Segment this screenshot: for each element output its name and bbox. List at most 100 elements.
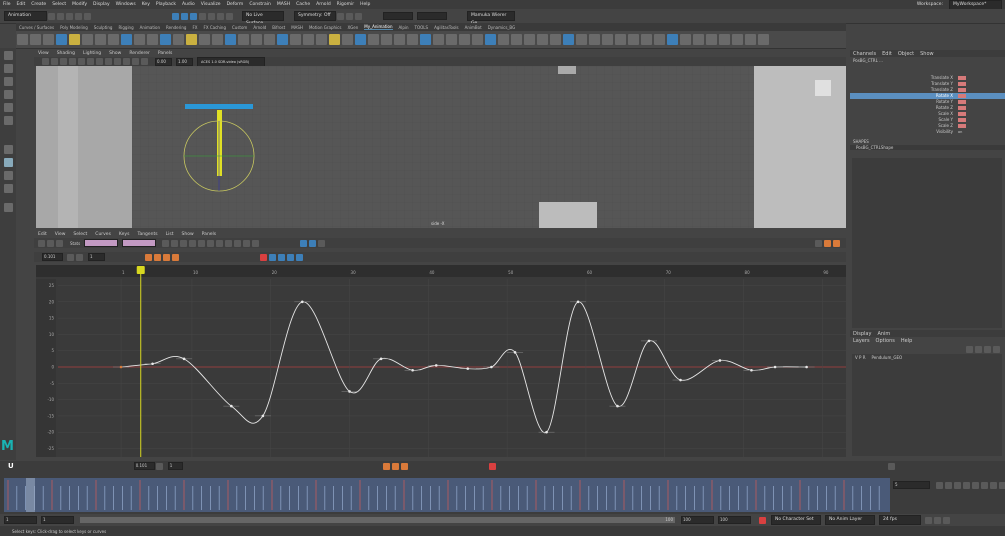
layer-flags[interactable]: V P R: [855, 355, 865, 360]
grid-icon[interactable]: [69, 58, 76, 65]
shelf-tool-icon[interactable]: [459, 34, 470, 45]
shelf-tab[interactable]: Arnold: [253, 25, 266, 30]
playback-end-field[interactable]: 100: [681, 516, 714, 524]
lights-icon[interactable]: [123, 58, 130, 65]
normalize-icon[interactable]: [318, 239, 326, 247]
menu-item[interactable]: Audio: [182, 2, 195, 7]
graph-menu-item[interactable]: Select: [73, 232, 87, 237]
current-frame-field[interactable]: 0.101: [133, 462, 155, 470]
curve-tool-icon[interactable]: [296, 253, 303, 261]
scene-end-field[interactable]: 100: [718, 516, 751, 524]
timeline-track[interactable]: [4, 478, 890, 512]
user-account-dropdown[interactable]: Mamuka Wierer Ge...: [467, 11, 515, 26]
step-tangent-icon[interactable]: [225, 239, 233, 247]
menu-item[interactable]: MASH: [277, 2, 290, 7]
viewport-3d[interactable]: side -X: [36, 66, 846, 228]
shelf-tool-icon[interactable]: [680, 34, 691, 45]
next-key-icon[interactable]: [981, 481, 988, 489]
redo-icon[interactable]: [84, 12, 91, 20]
clamped-tangent-icon[interactable]: [198, 239, 206, 247]
camera-icon[interactable]: [42, 58, 49, 65]
shelf-tab[interactable]: XGen: [347, 25, 358, 30]
resolution-gate-icon[interactable]: [87, 58, 94, 65]
pendulum-pivot-bar[interactable]: [185, 104, 253, 109]
auto-tangent-icon[interactable]: [180, 239, 188, 247]
far-field[interactable]: 1.00: [176, 57, 193, 66]
graph-menu-item[interactable]: Curves: [95, 232, 111, 237]
menu-item[interactable]: Select: [52, 2, 66, 7]
tween-icon[interactable]: [400, 462, 408, 470]
menu-item[interactable]: Rigomir: [337, 2, 354, 7]
new-layer-selected-icon[interactable]: [993, 346, 1000, 353]
spline-tangent-icon[interactable]: [189, 239, 197, 247]
shelf-tool-icon[interactable]: [264, 34, 275, 45]
shelf-tab[interactable]: FX Caching: [204, 25, 226, 30]
film-gate-icon[interactable]: [78, 58, 85, 65]
layout-single-icon[interactable]: [3, 145, 13, 154]
go-end-icon[interactable]: [999, 481, 1005, 489]
shelf-tool-icon[interactable]: [355, 34, 366, 45]
layer-menu-item[interactable]: Layers: [853, 338, 870, 344]
flat-tangent-icon[interactable]: [216, 239, 224, 247]
shelf-tool-icon[interactable]: [472, 34, 483, 45]
shelf-tool-icon[interactable]: [290, 34, 301, 45]
shelf-tab[interactable]: Poly Modeling: [60, 25, 88, 30]
layer-menu-item[interactable]: Options: [876, 338, 895, 344]
colorspace-dropdown[interactable]: ACES 1.0 SDR-video (sRGB): [197, 56, 265, 67]
shelf-tab[interactable]: Curves / Surfaces: [19, 25, 54, 30]
pendulum-rod[interactable]: [217, 110, 222, 176]
shelf-tool-icon[interactable]: [212, 34, 223, 45]
shelf-tool-icon[interactable]: [641, 34, 652, 45]
shelf-tab[interactable]: Custom: [232, 25, 247, 30]
lasso-tool-icon[interactable]: [3, 64, 13, 73]
tween-icon[interactable]: [163, 253, 170, 261]
shelf-tool-icon[interactable]: [238, 34, 249, 45]
open-scene-icon[interactable]: [57, 12, 64, 20]
graph-editor-canvas[interactable]: 25 20 15 10 5 0 -5 -10 -15 -20 -25 1 10 20 30 40 50 60 70 8…: [36, 265, 846, 457]
outliner-icon[interactable]: [3, 184, 13, 193]
shelf-tool-icon[interactable]: [446, 34, 457, 45]
menu-item[interactable]: Display: [93, 2, 110, 7]
graph-menu-item[interactable]: View: [55, 232, 66, 237]
undo-icon[interactable]: [75, 12, 82, 20]
sound-icon[interactable]: [934, 516, 941, 524]
frame-selection-icon[interactable]: [171, 239, 179, 247]
channel-box-tab[interactable]: Show: [920, 51, 934, 57]
record-key-icon[interactable]: [488, 462, 496, 470]
shelf-tool-icon[interactable]: [381, 34, 392, 45]
shelf-tool-icon[interactable]: [82, 34, 93, 45]
play-back-icon[interactable]: [963, 481, 970, 489]
graph-menu-item[interactable]: Panels: [202, 232, 216, 237]
input-field[interactable]: [417, 12, 447, 20]
fps-dropdown[interactable]: 24 fps: [879, 515, 921, 525]
menu-item[interactable]: Key: [142, 2, 150, 7]
layer-down-icon[interactable]: [975, 346, 982, 353]
go-start-icon[interactable]: [936, 481, 943, 489]
step-back-icon[interactable]: [945, 481, 952, 489]
ipr-render-icon[interactable]: [346, 12, 353, 20]
shelf-tool-icon[interactable]: [173, 34, 184, 45]
search-icon[interactable]: [3, 203, 13, 212]
end-frame-field[interactable]: 5: [893, 481, 930, 489]
view-cube-icon[interactable]: [815, 80, 831, 96]
scene-start-field[interactable]: 1: [4, 516, 37, 524]
graph-menu-item[interactable]: List: [166, 232, 174, 237]
shelf-tab[interactable]: Alpin: [399, 25, 409, 30]
shelf-tab[interactable]: Animation: [140, 25, 160, 30]
select-component-icon[interactable]: [190, 12, 197, 20]
layer-tab[interactable]: Anim: [877, 331, 890, 337]
select-object-icon[interactable]: [181, 12, 188, 20]
shelf-tool-icon[interactable]: [329, 34, 340, 45]
save-scene-icon[interactable]: [66, 12, 73, 20]
unify-tangent-icon[interactable]: [252, 239, 260, 247]
select-hierarchy-icon[interactable]: [172, 12, 179, 20]
shadows-icon[interactable]: [132, 58, 139, 65]
render-settings-icon[interactable]: [355, 12, 362, 20]
anim-layer-dropdown[interactable]: No Anim Layer: [825, 515, 875, 525]
shelf-tool-icon[interactable]: [134, 34, 145, 45]
graph-option-icon[interactable]: [824, 239, 831, 247]
scale-tool-icon[interactable]: [3, 116, 13, 125]
smooth-shade-icon[interactable]: [105, 58, 112, 65]
layer-tab[interactable]: Display: [853, 331, 871, 337]
menuset-dropdown[interactable]: Animation: [4, 11, 47, 21]
